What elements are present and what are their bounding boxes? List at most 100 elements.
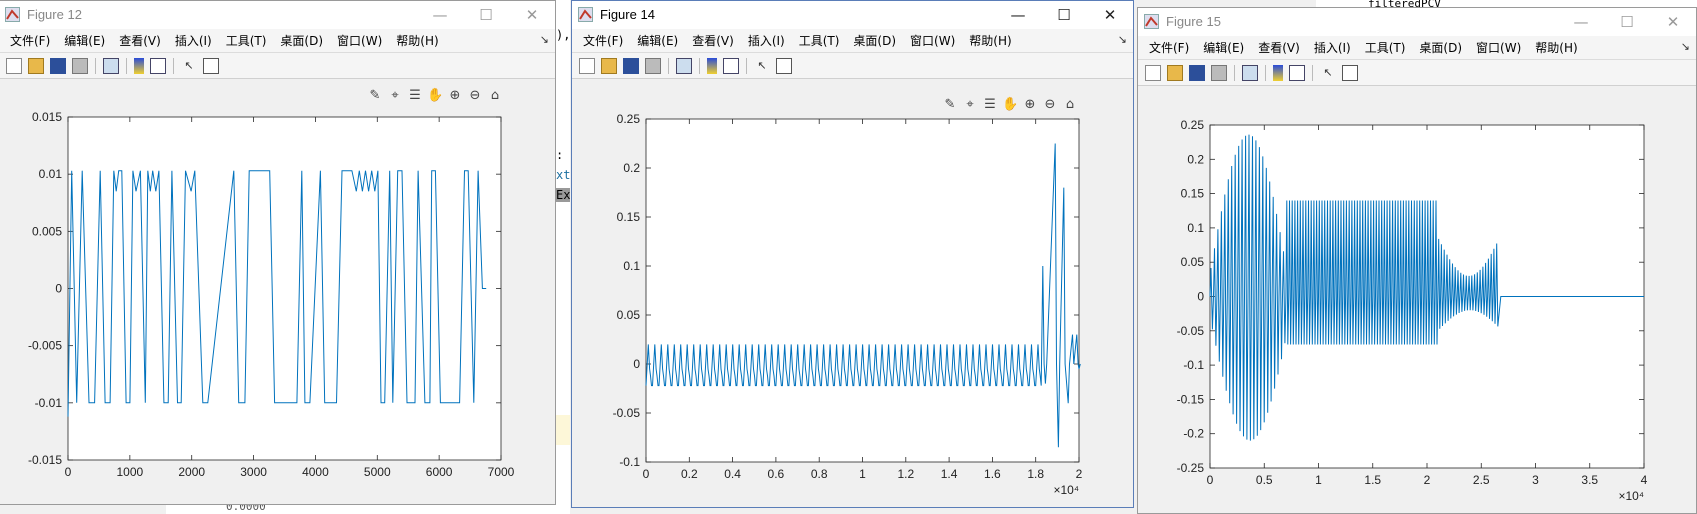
legend-icon[interactable] bbox=[150, 57, 166, 74]
title-bar[interactable]: Figure 14 — ☐ ✕ bbox=[572, 1, 1133, 29]
colorbar-icon[interactable] bbox=[134, 57, 144, 74]
title-bar[interactable]: Figure 15 — ☐ ✕ bbox=[1138, 8, 1696, 36]
menu-insert[interactable]: 插入(I) bbox=[1307, 39, 1358, 56]
save-icon[interactable] bbox=[50, 57, 66, 74]
figure-window[interactable]: Figure 12 — ☐ ✕ 文件(F) 编辑(E) 查看(V) 插入(I) … bbox=[0, 0, 556, 505]
menu-edit[interactable]: 编辑(E) bbox=[1196, 39, 1251, 56]
menu-overflow-icon[interactable]: ↘ bbox=[1681, 40, 1690, 53]
plot-area[interactable]: 0 0.5 1 1.5 2 2.5 3 3.5 4 -0.25 -0.2 -0.15 -0.1 -0.05… bbox=[1138, 87, 1696, 513]
link-plot-icon[interactable] bbox=[1242, 64, 1258, 81]
open-icon[interactable] bbox=[28, 57, 44, 74]
save-icon[interactable] bbox=[1189, 64, 1205, 81]
pointer-icon[interactable]: ↖ bbox=[1320, 65, 1336, 81]
minimize-button[interactable]: — bbox=[995, 1, 1041, 29]
background-code-snippet: : bbox=[556, 148, 564, 162]
x-tick-label: 1.5 bbox=[1364, 473, 1381, 487]
window-title: Figure 15 bbox=[1166, 14, 1221, 29]
close-button[interactable]: ✕ bbox=[509, 1, 555, 29]
legend-icon[interactable] bbox=[723, 57, 739, 74]
menu-window[interactable]: 窗口(W) bbox=[1469, 39, 1528, 56]
menu-help[interactable]: 帮助(H) bbox=[1528, 39, 1584, 56]
figure-toolbar: ↖ bbox=[0, 52, 555, 79]
toolbar-separator bbox=[1234, 64, 1235, 81]
menu-window[interactable]: 窗口(W) bbox=[903, 32, 962, 49]
y-tick-label: 0.25 bbox=[1181, 118, 1205, 132]
menu-insert[interactable]: 插入(I) bbox=[741, 32, 792, 49]
x-tick-label: 5000 bbox=[364, 465, 391, 479]
menu-view[interactable]: 查看(V) bbox=[1251, 39, 1307, 56]
menu-desktop[interactable]: 桌面(D) bbox=[1412, 39, 1469, 56]
menu-view[interactable]: 查看(V) bbox=[112, 32, 168, 49]
menu-help[interactable]: 帮助(H) bbox=[389, 32, 445, 49]
open-icon[interactable] bbox=[1167, 64, 1183, 81]
new-figure-icon[interactable] bbox=[6, 57, 22, 74]
window-title: Figure 12 bbox=[27, 7, 82, 22]
link-plot-icon[interactable] bbox=[103, 57, 119, 74]
plot-area[interactable]: ✎ ⌖ ☰ ✋ ⊕ ⊖ ⌂ 0 0.2 0.4 0.6 0.8 1 1.2 1.4 1.6 1.8… bbox=[572, 81, 1133, 507]
menu-tools[interactable]: 工具(T) bbox=[792, 32, 847, 49]
menu-bar: 文件(F) 编辑(E) 查看(V) 插入(I) 工具(T) 桌面(D) 窗口(W… bbox=[572, 29, 1133, 52]
toolbar-separator bbox=[668, 57, 669, 74]
menu-help[interactable]: 帮助(H) bbox=[962, 32, 1018, 49]
menu-file[interactable]: 文件(F) bbox=[1142, 39, 1196, 56]
menu-edit[interactable]: 编辑(E) bbox=[630, 32, 685, 49]
menu-desktop[interactable]: 桌面(D) bbox=[846, 32, 903, 49]
property-editor-icon[interactable] bbox=[203, 57, 219, 74]
link-plot-icon[interactable] bbox=[676, 57, 692, 74]
new-figure-icon[interactable] bbox=[579, 57, 595, 74]
open-icon[interactable] bbox=[601, 57, 617, 74]
x-tick-label: 3.5 bbox=[1581, 473, 1598, 487]
new-figure-icon[interactable] bbox=[1145, 64, 1161, 81]
line-chart[interactable]: 0 0.2 0.4 0.6 0.8 1 1.2 1.4 1.6 1.8 2 -0.1 -0.05 0 0.0… bbox=[572, 81, 1134, 508]
menu-desktop[interactable]: 桌面(D) bbox=[273, 32, 330, 49]
title-bar[interactable]: Figure 12 — ☐ ✕ bbox=[0, 1, 555, 29]
close-button[interactable]: ✕ bbox=[1650, 8, 1696, 36]
pointer-icon[interactable]: ↖ bbox=[754, 58, 770, 74]
toolbar-separator bbox=[173, 57, 174, 74]
maximize-button[interactable]: ☐ bbox=[463, 1, 509, 29]
property-editor-icon[interactable] bbox=[1342, 64, 1358, 81]
property-editor-icon[interactable] bbox=[776, 57, 792, 74]
x-tick-label: 0 bbox=[1207, 473, 1214, 487]
print-icon[interactable] bbox=[72, 57, 88, 74]
menu-view[interactable]: 查看(V) bbox=[685, 32, 741, 49]
menu-bar: 文件(F) 编辑(E) 查看(V) 插入(I) 工具(T) 桌面(D) 窗口(W… bbox=[1138, 36, 1696, 59]
menu-window[interactable]: 窗口(W) bbox=[330, 32, 389, 49]
toolbar-separator bbox=[126, 57, 127, 74]
maximize-button[interactable]: ☐ bbox=[1604, 8, 1650, 36]
y-tick-label: 0 bbox=[633, 357, 640, 371]
menu-edit[interactable]: 编辑(E) bbox=[57, 32, 112, 49]
line-chart[interactable]: 0 1000 2000 3000 4000 5000 6000 7000 -0.015 -0.01… bbox=[0, 80, 556, 505]
maximize-button[interactable]: ☐ bbox=[1041, 1, 1087, 29]
menu-file[interactable]: 文件(F) bbox=[576, 32, 630, 49]
toolbar-separator bbox=[1265, 64, 1266, 81]
figure-window[interactable]: Figure 15 — ☐ ✕ 文件(F) 编辑(E) 查看(V) 插入(I) … bbox=[1137, 7, 1697, 514]
line-chart[interactable]: 0 0.5 1 1.5 2 2.5 3 3.5 4 -0.25 -0.2 -0.15 -0.1 -0.05… bbox=[1138, 87, 1697, 513]
plot-area[interactable]: ✎ ⌖ ☰ ✋ ⊕ ⊖ ⌂ 0 1000 2000 3000 4000 5000 6000 7… bbox=[0, 80, 555, 504]
menu-file[interactable]: 文件(F) bbox=[3, 32, 57, 49]
menu-tools[interactable]: 工具(T) bbox=[1358, 39, 1413, 56]
close-button[interactable]: ✕ bbox=[1087, 1, 1133, 29]
save-icon[interactable] bbox=[623, 57, 639, 74]
colorbar-icon[interactable] bbox=[707, 57, 717, 74]
menu-overflow-icon[interactable]: ↘ bbox=[540, 33, 549, 46]
x-tick-label: 2 bbox=[1424, 473, 1431, 487]
legend-icon[interactable] bbox=[1289, 64, 1305, 81]
x-tick-label: 4 bbox=[1641, 473, 1648, 487]
menu-tools[interactable]: 工具(T) bbox=[219, 32, 274, 49]
pointer-icon[interactable]: ↖ bbox=[181, 58, 197, 74]
menu-bar: 文件(F) 编辑(E) 查看(V) 插入(I) 工具(T) 桌面(D) 窗口(W… bbox=[0, 29, 555, 52]
print-icon[interactable] bbox=[645, 57, 661, 74]
y-tick-label: -0.05 bbox=[1177, 324, 1205, 338]
x-tick-label: 0.6 bbox=[768, 467, 785, 481]
minimize-button[interactable]: — bbox=[1558, 8, 1604, 36]
matlab-icon bbox=[1144, 14, 1159, 29]
colorbar-icon[interactable] bbox=[1273, 64, 1283, 81]
y-tick-label: -0.005 bbox=[28, 339, 62, 353]
x-tick-label: 4000 bbox=[302, 465, 329, 479]
menu-insert[interactable]: 插入(I) bbox=[168, 32, 219, 49]
menu-overflow-icon[interactable]: ↘ bbox=[1118, 33, 1127, 46]
minimize-button[interactable]: — bbox=[417, 1, 463, 29]
figure-window[interactable]: Figure 14 — ☐ ✕ 文件(F) 编辑(E) 查看(V) 插入(I) … bbox=[571, 0, 1134, 508]
print-icon[interactable] bbox=[1211, 64, 1227, 81]
